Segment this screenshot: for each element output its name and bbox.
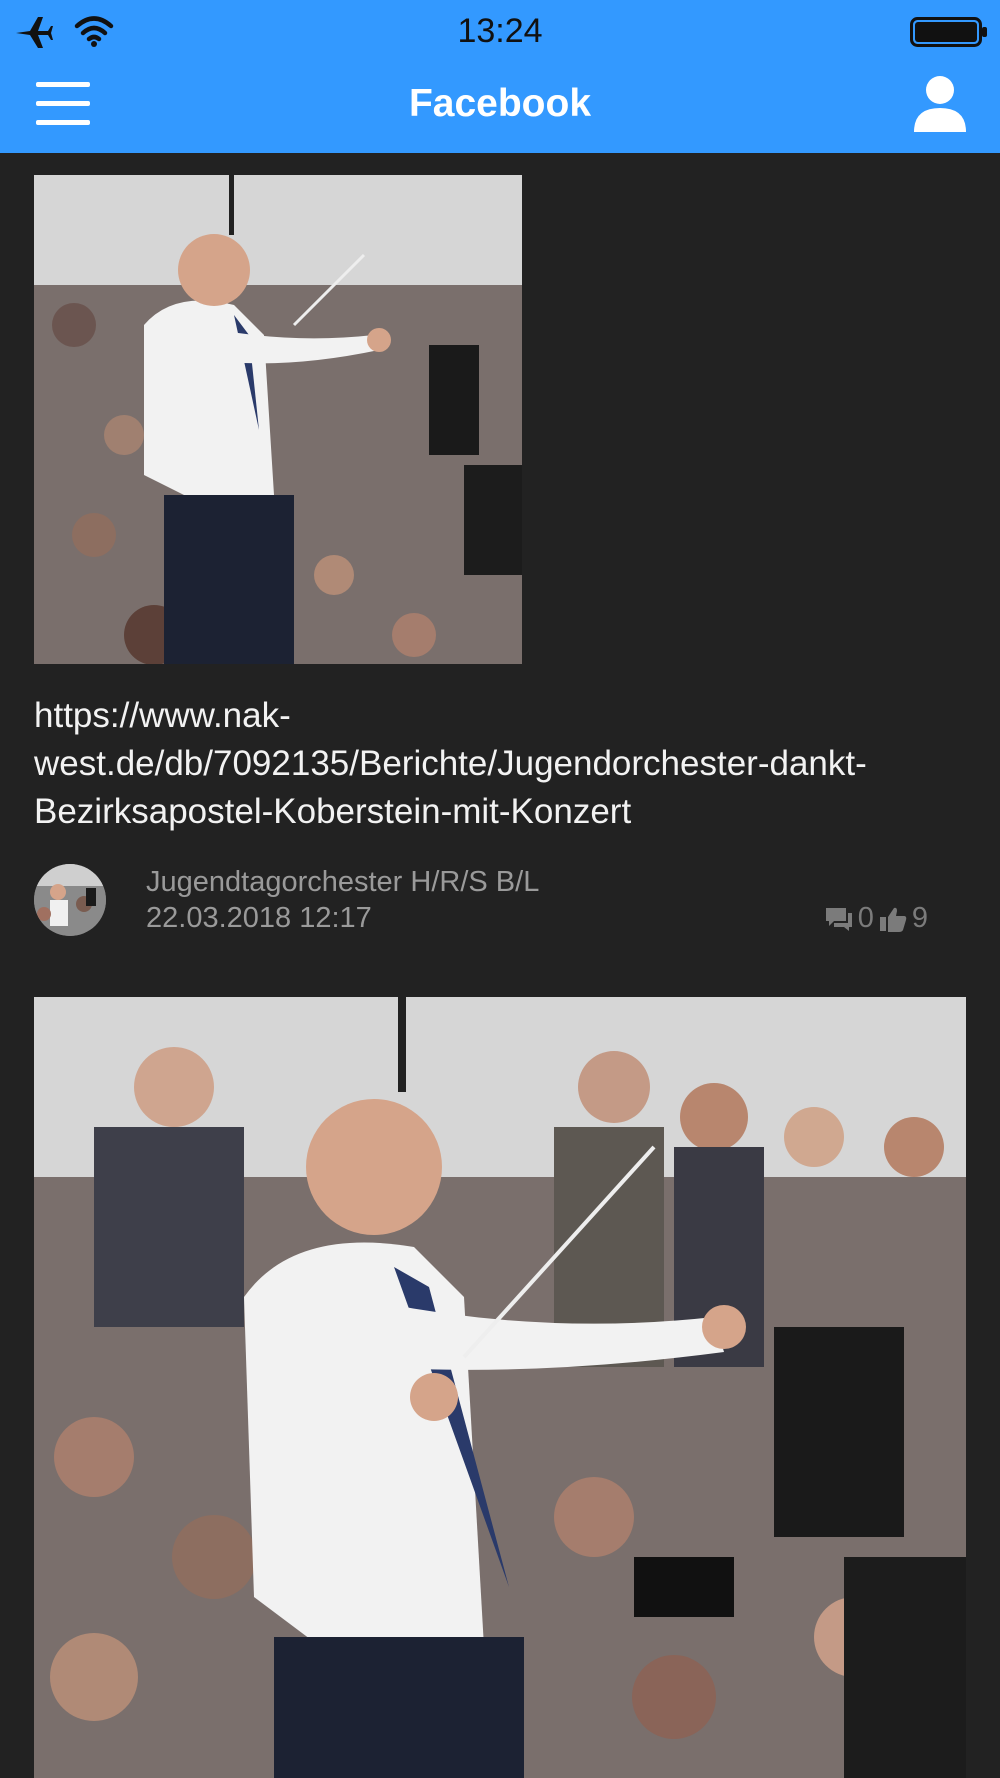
status-time: 13:24 (457, 12, 543, 50)
conductor-photo (34, 175, 522, 664)
post-link[interactable]: https://www.nak-west.de/db/7092135/Beric… (34, 692, 974, 836)
post-meta: Jugendtagorchester H/R/S B/L 22.03.2018 … (34, 864, 934, 940)
avatar-image (34, 864, 106, 936)
comment-icon (825, 907, 852, 931)
conductor-photo (34, 997, 966, 1778)
post-stats: 0 9 (824, 902, 928, 935)
thumbs-up-icon (879, 907, 907, 932)
app-top-bar: 13:24 Facebook (0, 0, 1000, 153)
user-profile-icon[interactable] (910, 72, 970, 136)
like-count: 9 (911, 902, 928, 934)
battery-icon (910, 17, 987, 47)
avatar[interactable] (34, 864, 106, 936)
post-date: 22.03.2018 12:17 (146, 902, 372, 934)
post-image[interactable] (34, 175, 522, 664)
status-bar: 13:24 (0, 0, 1000, 62)
post-image[interactable] (34, 997, 966, 1778)
post-author: Jugendtagorchester H/R/S B/L (146, 866, 540, 898)
comment-count: 0 (857, 902, 874, 934)
nav-header: Facebook (0, 62, 1000, 153)
page-title: Facebook (408, 82, 592, 125)
